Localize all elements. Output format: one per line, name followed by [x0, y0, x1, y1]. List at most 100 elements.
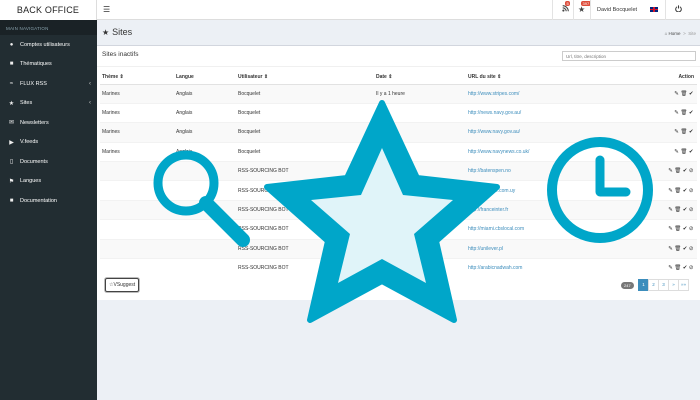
trash-icon[interactable]: 🗑: [680, 110, 687, 116]
col-header-utilisateur[interactable]: Utilisateur ⇕: [236, 70, 374, 85]
edit-icon[interactable]: ✎: [668, 265, 673, 271]
edit-icon[interactable]: ✎: [668, 168, 673, 174]
menu-icon[interactable]: ☰: [103, 5, 110, 14]
brand-logo[interactable]: BACK OFFICE: [0, 0, 97, 20]
rss-badge: 5: [565, 1, 571, 6]
top-bar: BACK OFFICE ☰ 5 ★ 397 David Bocquelet: [0, 0, 700, 20]
cell-theme: Marines: [100, 83, 174, 104]
check-icon[interactable]: ✔: [683, 246, 688, 252]
cell-user: Bocquelet: [236, 141, 374, 162]
cell-url[interactable]: http://news.navy.gov.au/: [466, 102, 661, 123]
uk-flag-icon[interactable]: [650, 7, 658, 12]
sidebar-item-label: V.feeds: [20, 139, 39, 146]
trash-icon[interactable]: 🗑: [674, 246, 681, 252]
cell-theme: [100, 219, 174, 240]
trash-icon[interactable]: 🗑: [674, 188, 681, 194]
book-icon: ■: [9, 197, 14, 204]
ban-icon[interactable]: ⊘: [689, 207, 694, 213]
trash-icon[interactable]: 🗑: [680, 129, 687, 135]
sidebar-item-documents[interactable]: ▯ Documents: [0, 152, 97, 172]
trash-icon[interactable]: 🗑: [674, 226, 681, 232]
cell-url[interactable]: http://franceinter.fr: [466, 199, 661, 220]
sidebar-item-newsletters[interactable]: ✉ Newsletters: [0, 113, 97, 133]
trash-icon[interactable]: 🗑: [680, 149, 687, 155]
cell-date: 2015: [374, 180, 466, 201]
search-input[interactable]: [562, 51, 696, 61]
cell-langue: Anglais: [174, 102, 236, 123]
cell-url[interactable]: http://www.navynews.co.uk/: [466, 141, 661, 162]
check-icon[interactable]: ✔: [683, 168, 688, 174]
sidebar-item-vfeeds[interactable]: ▶ V.feeds: [0, 133, 97, 153]
check-icon[interactable]: ✔: [689, 110, 694, 116]
col-header-url[interactable]: URL du site ⇕: [466, 70, 661, 85]
breadcrumb-home[interactable]: Home: [669, 31, 681, 36]
pagination: 1 2 3 » »»: [638, 279, 689, 291]
sidebar-item-thematiques[interactable]: ■ Thématiques: [0, 55, 97, 75]
check-icon[interactable]: ✔: [683, 265, 688, 271]
edit-icon[interactable]: ✎: [674, 149, 679, 155]
edit-icon[interactable]: ✎: [674, 110, 679, 116]
trash-icon[interactable]: 🗑: [674, 207, 681, 213]
power-icon[interactable]: [675, 5, 682, 14]
sidebar: MAIN NAVIGATION ● Comptes utilisateurs ■…: [0, 20, 97, 400]
cell-langue: [174, 161, 236, 181]
col-header-date[interactable]: Date ⇕: [374, 70, 466, 85]
cell-date: heure: [374, 141, 466, 162]
last-page-button[interactable]: »»: [678, 279, 689, 291]
sidebar-item-comptes[interactable]: ● Comptes utilisateurs: [0, 35, 97, 55]
cell-url[interactable]: http://miami.cbslocal.com: [466, 219, 661, 240]
trash-icon[interactable]: 🗑: [680, 91, 687, 97]
cell-url[interactable]: http://www.navy.gov.au/: [466, 122, 661, 143]
check-icon[interactable]: ✔: [689, 91, 694, 97]
vsuggest-button[interactable]: ☆VSuggest: [105, 278, 140, 292]
cell-date: 09/05/2015: [374, 238, 466, 259]
col-header-theme[interactable]: Thème ⇕: [100, 70, 174, 85]
cell-actions: ✎ 🗑 ✔ ⊘: [661, 238, 697, 259]
ban-icon[interactable]: ⊘: [689, 188, 694, 194]
cell-url[interactable]: http://unilever.pl: [466, 238, 661, 259]
check-icon[interactable]: ✔: [689, 149, 694, 155]
user-name[interactable]: David Bocquelet: [597, 7, 637, 13]
divider: [665, 0, 666, 20]
trash-icon[interactable]: 🗑: [674, 265, 681, 271]
edit-icon[interactable]: ✎: [674, 91, 679, 97]
divider: [552, 0, 553, 20]
cell-theme: [100, 258, 174, 278]
sidebar-item-langues[interactable]: ⚑ Langues: [0, 172, 97, 192]
cell-url[interactable]: http://www.stripes.com/: [466, 83, 661, 104]
edit-icon[interactable]: ✎: [668, 246, 673, 252]
cell-actions: ✎ 🗑 ✔: [661, 141, 697, 162]
cell-url[interactable]: http://unilever.com.uy: [466, 180, 661, 201]
sites-table: Thème ⇕ Langue Utilisateur ⇕ Date ⇕ URL …: [100, 70, 697, 278]
cell-theme: Marines: [100, 122, 174, 143]
cell-user: RSS-SOURCING BOT: [236, 238, 374, 259]
page-title-text: Sites: [112, 27, 133, 37]
check-icon[interactable]: ✔: [683, 188, 688, 194]
ban-icon[interactable]: ⊘: [689, 246, 694, 252]
edit-icon[interactable]: ✎: [668, 226, 673, 232]
sidebar-item-documentation[interactable]: ■ Documentation: [0, 191, 97, 211]
cell-url[interactable]: http://arabicnadwah.com: [466, 258, 661, 278]
sidebar-item-label: FLUX RSS: [20, 80, 47, 87]
cell-actions: ✎ 🗑 ✔: [661, 122, 697, 143]
check-icon[interactable]: ✔: [683, 207, 688, 213]
trash-icon[interactable]: 🗑: [674, 168, 681, 174]
edit-icon[interactable]: ✎: [668, 188, 673, 194]
cell-theme: Marines: [100, 102, 174, 123]
video-icon: ▶: [9, 139, 14, 146]
cell-url[interactable]: http://batenspen.no: [466, 161, 661, 181]
ban-icon[interactable]: ⊘: [689, 265, 694, 271]
table-row: RSS-SOURCING BOT 2015 http://batenspen.no ✎…: [100, 161, 697, 181]
star-icon[interactable]: ★: [578, 5, 585, 14]
rss-icon[interactable]: [562, 5, 569, 14]
edit-icon[interactable]: ✎: [668, 207, 673, 213]
cell-theme: [100, 199, 174, 220]
sidebar-item-sites[interactable]: ★ Sites ‹: [0, 94, 97, 114]
sidebar-item-flux-rss[interactable]: ≈ FLUX RSS ‹: [0, 74, 97, 94]
check-icon[interactable]: ✔: [689, 129, 694, 135]
table-row: RSS-SOURCING BOT 2015 http://franceinter.f…: [100, 199, 697, 220]
check-icon[interactable]: ✔: [683, 226, 688, 232]
edit-icon[interactable]: ✎: [674, 129, 679, 135]
ban-icon[interactable]: ⊘: [689, 168, 694, 174]
ban-icon[interactable]: ⊘: [689, 226, 694, 232]
